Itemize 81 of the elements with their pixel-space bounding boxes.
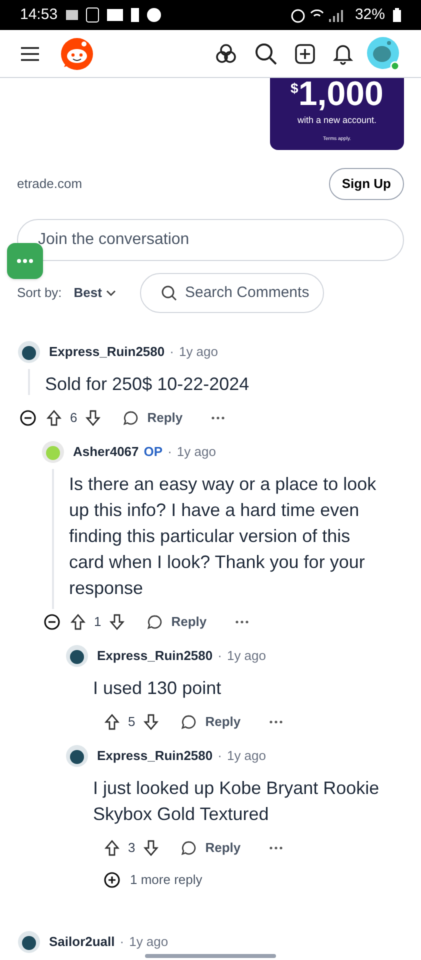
app-notification-icon (66, 7, 78, 23)
comment-time: 1y ago (176, 443, 216, 462)
upvote-icon[interactable] (104, 714, 120, 730)
comment-text: I used 130 point (92, 677, 222, 700)
upvote-icon[interactable] (104, 840, 120, 856)
user-avatar-icon (42, 441, 64, 463)
downvote-icon[interactable] (143, 714, 160, 730)
popular-icon[interactable] (215, 42, 237, 64)
more-options-icon[interactable] (210, 416, 225, 420)
more-replies-button[interactable]: 1 more reply (104, 865, 202, 895)
downvote-icon[interactable] (109, 614, 126, 630)
sign-up-button[interactable]: Sign Up (328, 168, 404, 200)
vote-count: 3 (128, 839, 136, 858)
search-icon (160, 285, 177, 301)
vote-count: 1 (94, 613, 102, 632)
more-icon (17, 259, 33, 263)
op-label: OP (144, 443, 163, 462)
more-options-icon[interactable] (268, 720, 283, 724)
app-notification-icon (130, 7, 139, 23)
currency-sign: $ (290, 79, 298, 98)
separator-dot: · (218, 647, 222, 666)
app-notification-icon (146, 8, 161, 22)
avatar-icon[interactable] (367, 36, 401, 70)
create-post-icon[interactable] (295, 44, 315, 64)
user-avatar-icon (66, 745, 88, 767)
comment-text: Is there an easy way or a place to look up this info? I have a hard time even finding this particular version of this card when I look? Thank you for your response (68, 473, 378, 600)
notification-bell-icon[interactable] (333, 42, 353, 64)
username[interactable]: Express_Ruin2580 (49, 342, 165, 362)
search-icon[interactable] (255, 42, 277, 64)
sort-label: Sort by: (17, 284, 62, 302)
separator-dot: · (170, 343, 174, 362)
username[interactable]: Asher4067 (73, 442, 139, 462)
user-avatar-icon (66, 645, 88, 667)
calendar-icon (86, 7, 99, 23)
speech-bubble-icon (147, 614, 164, 630)
speech-bubble-icon (181, 714, 198, 730)
username[interactable]: Sailor2uall (49, 932, 115, 952)
user-avatar-icon (18, 931, 40, 953)
more-options-icon[interactable] (234, 620, 249, 624)
username[interactable]: Express_Ruin2580 (97, 746, 213, 766)
downvote-icon[interactable] (143, 840, 160, 856)
upvote-icon[interactable] (46, 410, 62, 426)
floating-menu-button[interactable] (7, 243, 43, 279)
separator-dot: · (168, 443, 172, 462)
comment-time: 1y ago (129, 933, 168, 952)
app-notification-icon (106, 7, 123, 23)
chevron-down-icon (106, 290, 116, 296)
comment-text: I just looked up Kobe Bryant Rookie Skybox Gold Textured (92, 777, 380, 826)
expand-icon (104, 872, 120, 888)
username[interactable]: Express_Ruin2580 (97, 646, 213, 666)
search-comments-input[interactable]: Search Comments (184, 282, 315, 304)
reply-button[interactable]: Reply (181, 712, 241, 732)
reply-button[interactable]: Reply (147, 612, 207, 632)
alien-logo-icon[interactable] (60, 36, 94, 70)
separator-dot: · (120, 933, 124, 952)
speech-bubble-icon (123, 410, 140, 426)
comment-text: Sold for 250$ 10-22-2024 (44, 373, 250, 396)
battery-percentage: 32% (354, 4, 385, 25)
comment-time: 1y ago (178, 343, 218, 362)
collapse-icon[interactable] (20, 410, 36, 426)
status-time: 14:53 (20, 4, 58, 25)
search-comments-field[interactable]: Search Comments (140, 273, 324, 313)
comment-time: 1y ago (226, 647, 266, 666)
vote-count: 5 (128, 713, 136, 732)
more-options-icon[interactable] (268, 846, 283, 850)
reply-button[interactable]: Reply (181, 838, 241, 858)
collapse-icon[interactable] (44, 614, 60, 630)
comment-input-field[interactable]: Join the conversation (17, 219, 404, 261)
menu-icon[interactable] (20, 46, 40, 62)
comment-time: 1y ago (226, 747, 266, 766)
sort-dropdown[interactable]: Best (74, 283, 116, 303)
speech-bubble-icon (181, 840, 198, 856)
reply-button[interactable]: Reply (123, 408, 183, 428)
upvote-icon[interactable] (70, 614, 86, 630)
downvote-icon[interactable] (85, 410, 102, 426)
separator-dot: · (218, 747, 222, 766)
user-avatar-icon (18, 341, 40, 363)
battery-icon (393, 8, 401, 22)
ad-domain[interactable]: etrade.com (17, 174, 82, 194)
vote-count: 6 (70, 409, 78, 428)
ad-subtitle: with a new account. (297, 114, 377, 127)
